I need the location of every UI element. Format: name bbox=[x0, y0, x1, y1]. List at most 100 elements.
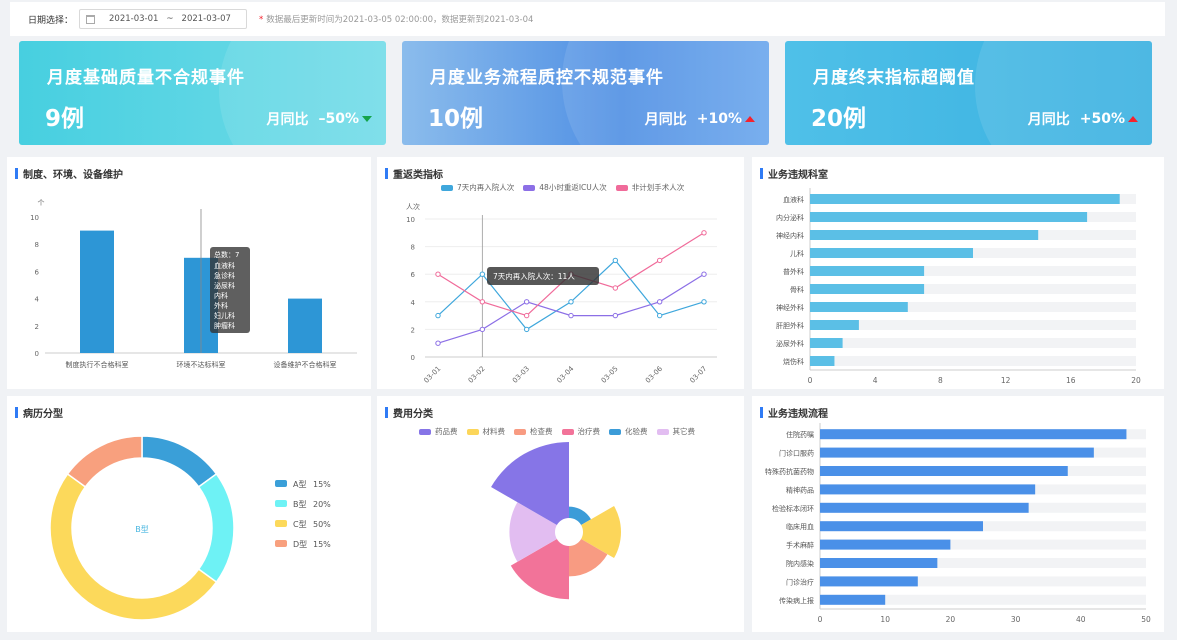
legend-item[interactable]: 48小时重返ICU人次 bbox=[523, 182, 607, 193]
legend-name: C型 bbox=[293, 520, 307, 529]
legend-percent: 50% bbox=[313, 520, 331, 529]
data-point bbox=[435, 271, 441, 277]
legend-item[interactable]: 化验费 bbox=[609, 426, 648, 437]
date-filter-label: 日期选择： bbox=[28, 15, 74, 26]
kpi-title: 月度终末指标超阈值 bbox=[813, 68, 975, 88]
panel-violation-process: 业务违规流程 0 10 20 30 40 50 住院药嘱 门诊口服药 特殊药抗菌药物 精神药品 检验… bbox=[752, 396, 1164, 632]
x-tick-label: 03-01 bbox=[422, 365, 442, 385]
panel-readmission: 重返类指标 7天内再入院人次 48小时重返ICU人次 非计划手术人次 人次 0 2 4… bbox=[377, 157, 744, 389]
data-point bbox=[435, 340, 441, 346]
donut-slice bbox=[49, 472, 218, 621]
legend-item[interactable]: 检查费 bbox=[514, 426, 553, 437]
data-point bbox=[656, 299, 663, 305]
start-date[interactable]: 2021-03-01 bbox=[109, 14, 158, 24]
tooltip-text: 7天内再入院人次：11人 bbox=[493, 271, 575, 281]
legend-percent: 15% bbox=[313, 480, 331, 489]
legend-label: 其它费 bbox=[672, 427, 696, 436]
date-separator: ~ bbox=[166, 14, 174, 24]
kpi-title: 月度基础质量不合规事件 bbox=[47, 68, 245, 88]
kpi-card-process-control[interactable]: 月度业务流程质控不规范事件 10例 月同比 +10% bbox=[402, 41, 769, 145]
process-hbar-chart: 0 10 20 30 40 50 住院药嘱门诊口服药特殊药抗菌药物精神药品检验标本闭环临床用… bbox=[765, 423, 1151, 624]
y-tick-label: 特殊药抗菌药物 bbox=[765, 467, 814, 476]
bar bbox=[810, 356, 835, 366]
kpi-card-basic-quality[interactable]: 月度基础质量不合规事件 9例 月同比 –50% bbox=[19, 41, 386, 145]
legend-swatch bbox=[419, 428, 431, 435]
legend-item[interactable]: 非计划手术人次 bbox=[615, 182, 684, 193]
x-tick-label: 4 bbox=[873, 376, 878, 385]
bar bbox=[810, 338, 843, 348]
legend-label: 药品费 bbox=[435, 427, 458, 436]
tooltip-header: 总数：7 bbox=[214, 250, 239, 259]
end-date[interactable]: 2021-03-07 bbox=[182, 14, 231, 24]
legend-item[interactable]: 治疗费 bbox=[561, 426, 600, 437]
kpi-compare: 月同比 +10% bbox=[645, 109, 755, 129]
facility-bar-chart: 个 0 2 4 6 8 10 制度执行不合格科室 环境不达标科室 设备维护不合格科室 总数：7 血液科… bbox=[30, 199, 357, 369]
x-tick-label: 0 bbox=[808, 376, 813, 385]
bar bbox=[810, 266, 925, 276]
data-point bbox=[701, 230, 707, 236]
bar bbox=[820, 576, 918, 587]
legend-swatch bbox=[275, 480, 287, 487]
legend-swatch bbox=[466, 428, 479, 435]
data-point bbox=[435, 312, 441, 319]
date-range-picker[interactable]: 2021-03-01 ~ 2021-03-07 bbox=[79, 9, 248, 29]
bar bbox=[810, 284, 925, 294]
y-tick-label: 普外科 bbox=[783, 267, 804, 276]
data-point bbox=[612, 257, 619, 264]
legend-item[interactable]: 药品费 bbox=[419, 426, 458, 437]
legend-item[interactable]: 7天内再入院人次 bbox=[441, 182, 514, 193]
department-hbar-chart: 0 4 8 12 16 20 血液科内分泌科神经内科儿科普外科骨科神经外科肝胆外科泌尿外科烧… bbox=[776, 188, 1141, 385]
panel-title: 费用分类 bbox=[385, 405, 433, 420]
panel-record-type: 病历分型 B型 A型 15% B型 20% C型 50% D型 15% bbox=[7, 396, 371, 632]
x-tick-label: 环境不达标科室 bbox=[177, 360, 226, 369]
y-tick-label: 神经外科 bbox=[776, 303, 804, 312]
y-tick-label: 临床用血 bbox=[786, 522, 814, 531]
x-tick-label: 50 bbox=[1141, 615, 1151, 624]
y-tick-label: 检验标本闭环 bbox=[772, 504, 814, 513]
legend-swatch bbox=[275, 500, 287, 507]
y-tick-label: 肝胆外科 bbox=[776, 321, 804, 330]
x-tick-label: 制度执行不合格科室 bbox=[66, 360, 129, 369]
y-tick-label: 门诊治疗 bbox=[786, 577, 814, 586]
x-tick-label: 16 bbox=[1066, 376, 1076, 385]
legend-item[interactable]: 其它费 bbox=[656, 426, 696, 437]
data-point bbox=[479, 326, 486, 333]
donut-slice bbox=[197, 472, 235, 584]
kpi-value: 9例 bbox=[45, 106, 85, 132]
kpi-card-terminal-index[interactable]: 月度终末指标超阈值 20例 月同比 +50% bbox=[785, 41, 1152, 145]
legend-name: A型 bbox=[293, 480, 306, 489]
kpi-title: 月度业务流程质控不规范事件 bbox=[430, 68, 664, 88]
y-tick-label: 手术麻醉 bbox=[786, 541, 814, 550]
rose-legend: 药品费 材料费 检查费 治疗费 化验费 其它费 bbox=[419, 426, 704, 437]
y-tick-label: 0 bbox=[35, 350, 39, 358]
legend-label: 材料费 bbox=[482, 427, 506, 436]
kpi-value: 10例 bbox=[428, 106, 484, 132]
x-tick-label: 30 bbox=[1011, 615, 1021, 624]
data-point bbox=[656, 312, 663, 319]
panel-title: 业务违规科室 bbox=[760, 166, 828, 181]
y-tick-label: 4 bbox=[35, 296, 40, 304]
panel-cost-category: 费用分类 药品费 材料费 检查费 治疗费 化验费 其它费 bbox=[377, 396, 744, 632]
y-tick-label: 4 bbox=[411, 299, 416, 307]
y-tick-label: 院内感染 bbox=[786, 559, 814, 568]
bar bbox=[820, 521, 983, 532]
x-tick-label: 20 bbox=[1131, 376, 1141, 385]
data-point bbox=[568, 299, 574, 305]
x-tick-label: 设备维护不合格科室 bbox=[274, 360, 337, 369]
legend-percent: 15% bbox=[313, 540, 331, 549]
donut-slice bbox=[66, 435, 143, 488]
y-tick-label: 8 bbox=[35, 241, 39, 249]
bar bbox=[820, 594, 886, 605]
panel-facility-maintenance: 制度、环境、设备维护 个 0 2 4 6 8 10 制度执行不合格科室 环境不达标科室 设备维护不… bbox=[7, 157, 371, 389]
tooltip-line: 妇儿科 bbox=[214, 311, 235, 320]
x-tick-label: 8 bbox=[938, 376, 943, 385]
kpi-compare: 月同比 +50% bbox=[1028, 109, 1138, 129]
y-tick-label: 0 bbox=[411, 354, 415, 362]
legend-item[interactable]: 材料费 bbox=[466, 426, 506, 437]
bar bbox=[810, 230, 1039, 240]
tooltip-line: 肿瘤科 bbox=[214, 321, 235, 330]
data-point bbox=[701, 271, 707, 277]
legend-label: 检查费 bbox=[530, 427, 553, 436]
x-tick-label: 03-06 bbox=[644, 364, 664, 384]
y-tick-label: 内分泌科 bbox=[776, 213, 804, 222]
